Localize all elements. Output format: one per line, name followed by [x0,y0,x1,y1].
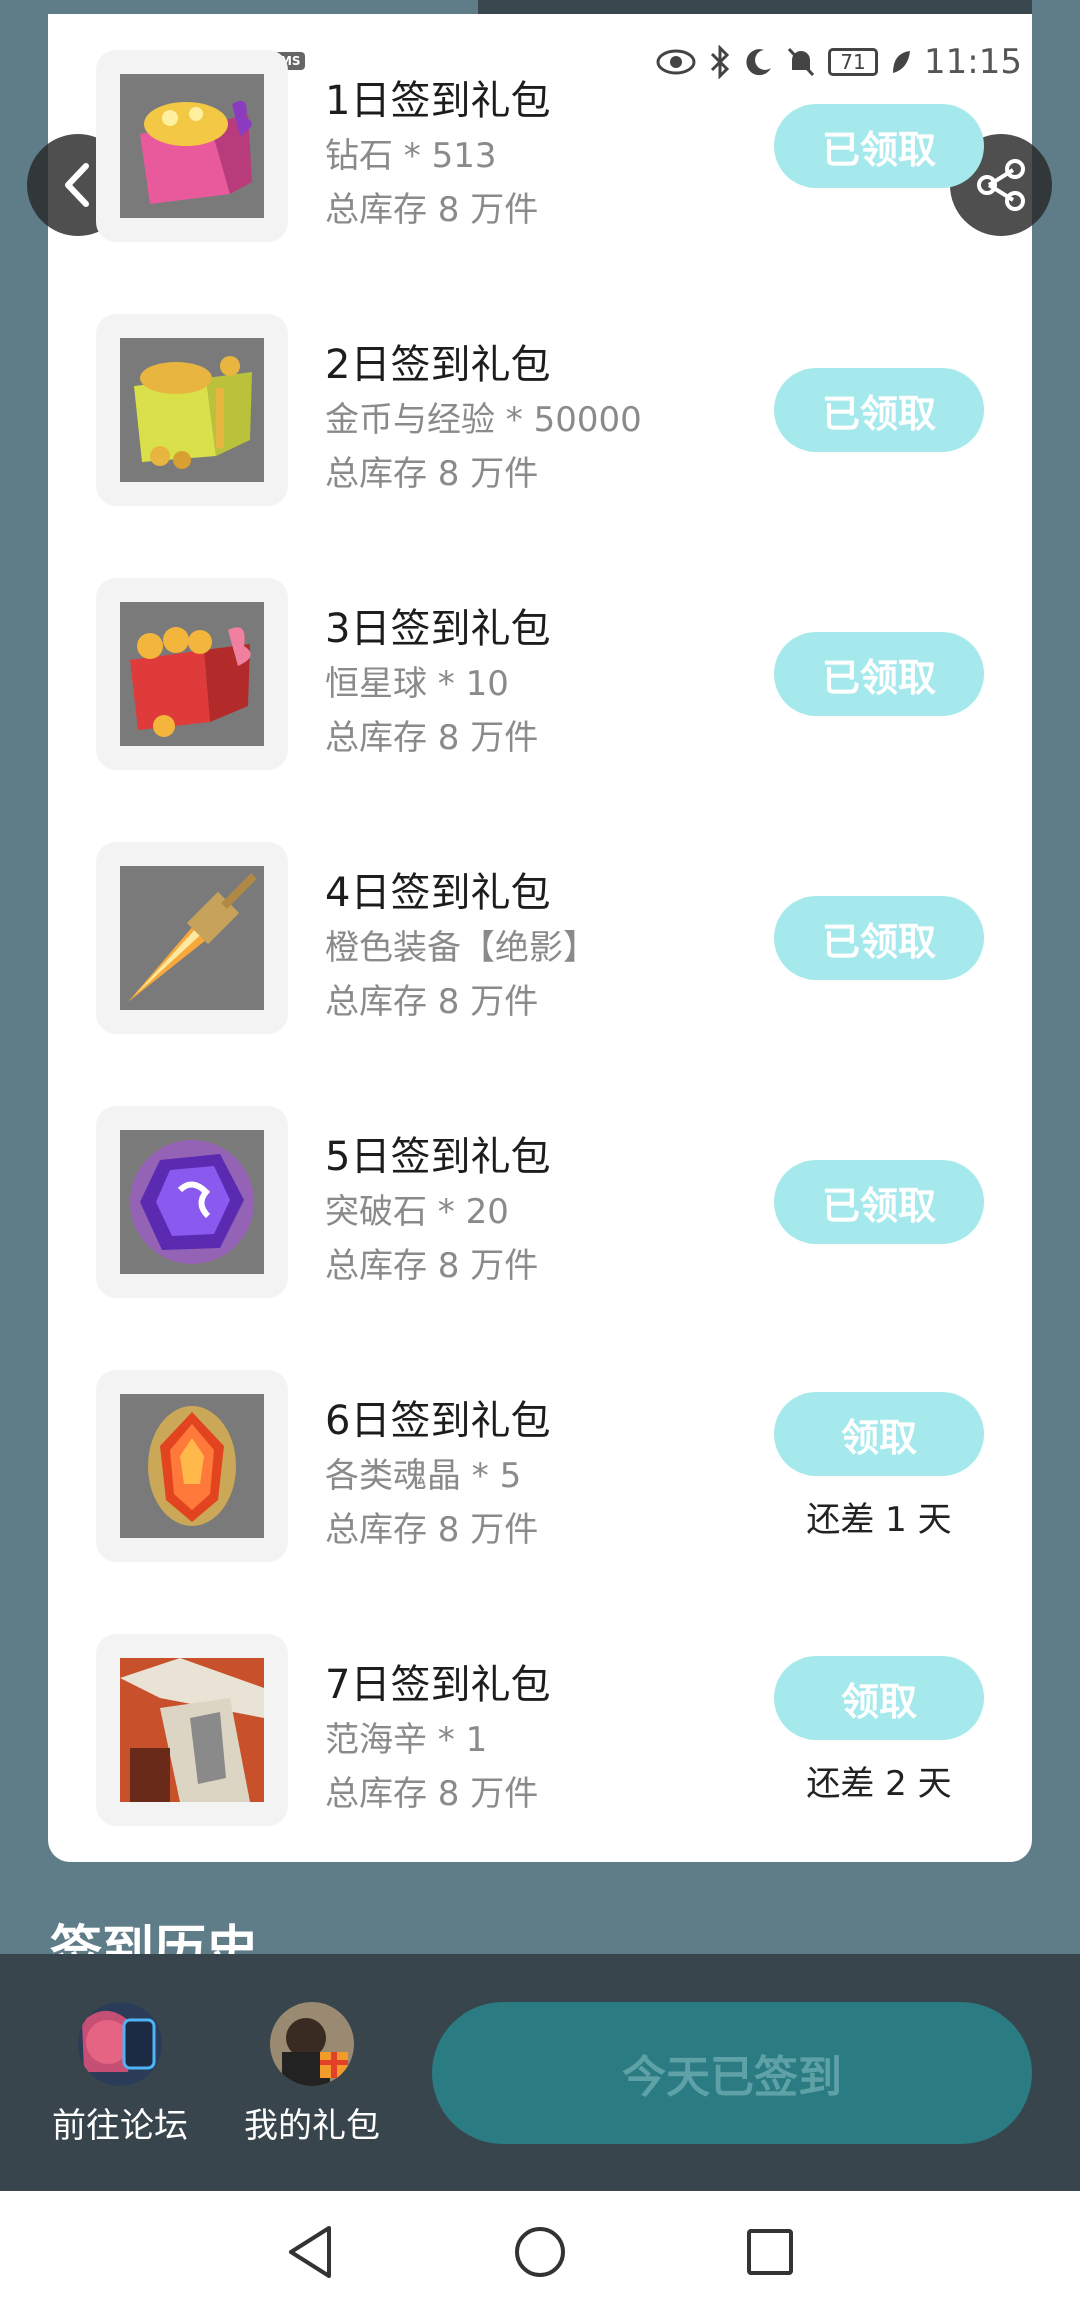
nav-home-button[interactable] [508,2220,572,2284]
reward-description: 橙色装备【绝影】 [325,928,597,968]
circle-home-icon [515,2227,565,2277]
nav-recent-apps-button[interactable] [738,2220,802,2284]
reward-stock: 总库存 8 万件 [325,454,539,494]
red-crystal-icon [120,1394,264,1538]
reward-row-day-3: 3日签到礼包 恒星球 * 10 总库存 8 万件 已领取 [48,542,1032,770]
claimed-button[interactable]: 已领取 [774,368,984,452]
reward-title: 2日签到礼包 [325,342,551,388]
reward-description: 突破石 * 20 [325,1192,509,1232]
reward-description: 各类魂晶 * 5 [325,1456,522,1496]
my-gifts-label: 我的礼包 [244,2106,380,2146]
nav-back-button[interactable] [278,2220,342,2284]
purple-stone-icon [120,1130,264,1274]
reward-stock: 总库存 8 万件 [325,1774,539,1814]
reward-title: 4日签到礼包 [325,870,551,916]
claim-button[interactable]: 领取 [774,1392,984,1476]
reward-description: 金币与经验 * 50000 [325,400,642,440]
red-gift-box-icon [120,602,264,746]
claimed-button[interactable]: 已领取 [774,896,984,980]
gold-gift-box-icon [120,338,264,482]
reward-title: 5日签到礼包 [325,1134,551,1180]
reward-title: 1日签到礼包 [325,78,551,124]
claimed-button[interactable]: 已领取 [774,632,984,716]
dagger-icon [120,866,264,1010]
hero-portrait-icon [120,1658,264,1802]
reward-stock: 总库存 8 万件 [325,190,539,230]
days-remaining: 还差 2 天 [806,1764,952,1804]
reward-description: 恒星球 * 10 [325,664,509,704]
reward-description: 范海辛 * 1 [325,1720,488,1760]
reward-stock: 总库存 8 万件 [325,1246,539,1286]
reward-title: 6日签到礼包 [325,1398,551,1444]
reward-stock: 总库存 8 万件 [325,718,539,758]
my-gifts-shortcut[interactable]: 我的礼包 [232,2002,392,2147]
square-recent-icon [747,2229,793,2275]
reward-description: 钻石 * 513 [325,136,497,176]
reward-stock: 总库存 8 万件 [325,1510,539,1550]
forum-shortcut[interactable]: 前往论坛 [40,2002,200,2147]
reward-row-day-7: 7日签到礼包 范海辛 * 1 总库存 8 万件 领取 还差 2 天 [48,1598,1032,1826]
reward-row-day-2: 2日签到礼包 金币与经验 * 50000 总库存 8 万件 已领取 [48,278,1032,506]
claim-button[interactable]: 领取 [774,1656,984,1740]
pink-gift-box-icon [120,74,264,218]
triangle-back-icon [289,2226,331,2278]
reward-title: 3日签到礼包 [325,606,551,652]
reward-title: 7日签到礼包 [325,1662,551,1708]
my-gifts-avatar-icon [270,2002,354,2086]
claimed-button[interactable]: 已领取 [774,104,984,188]
history-section-heading: 签到历史 [50,1921,259,1954]
reward-row-day-1: 1日签到礼包 钻石 * 513 总库存 8 万件 已领取 [48,14,1032,242]
signed-in-today-button[interactable]: 今天已签到 [432,2002,1032,2144]
reward-row-day-4: 4日签到礼包 橙色装备【绝影】 总库存 8 万件 已领取 [48,806,1032,1034]
forum-avatar-icon [78,2002,162,2086]
reward-stock: 总库存 8 万件 [325,982,539,1022]
days-remaining: 还差 1 天 [806,1500,952,1540]
claimed-button[interactable]: 已领取 [774,1160,984,1244]
reward-row-day-6: 6日签到礼包 各类魂晶 * 5 总库存 8 万件 领取 还差 1 天 [48,1334,1032,1562]
reward-row-day-5: 5日签到礼包 突破石 * 20 总库存 8 万件 已领取 [48,1070,1032,1298]
forum-label: 前往论坛 [52,2106,188,2146]
